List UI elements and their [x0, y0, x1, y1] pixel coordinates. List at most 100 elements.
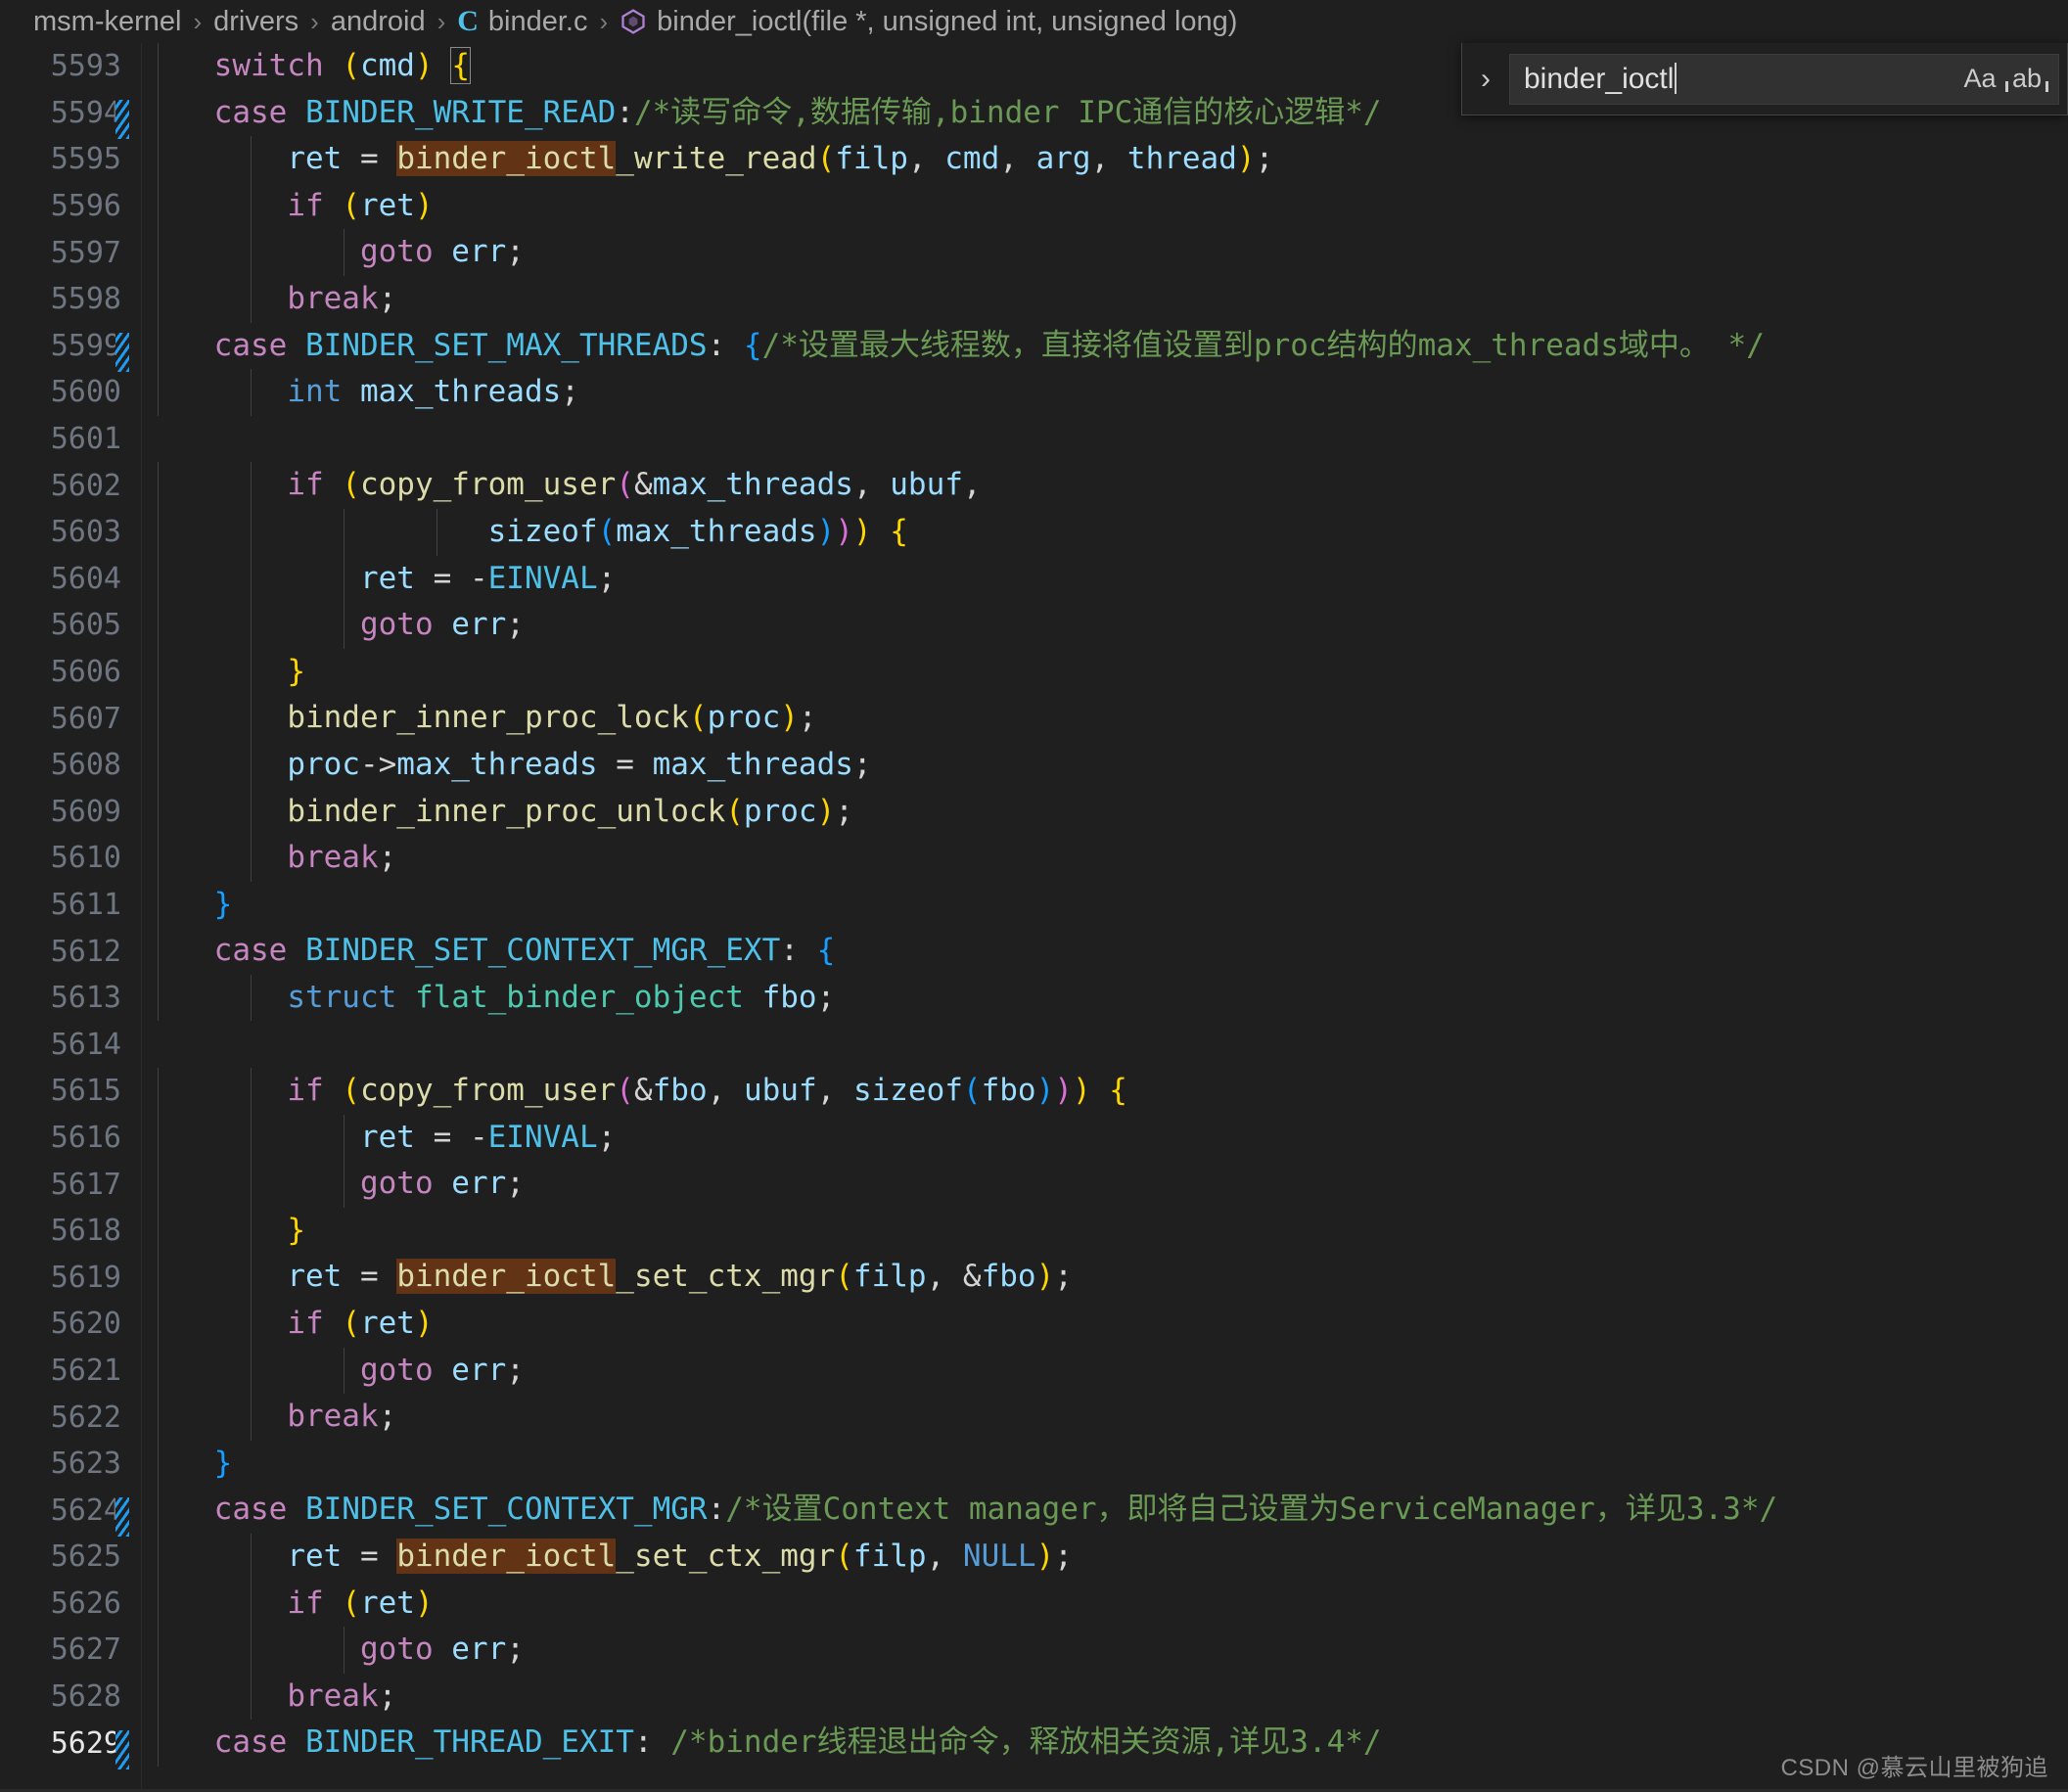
line-content[interactable]: proc->max_threads = max_threads; — [131, 741, 2068, 789]
code-line[interactable]: 5606 } — [0, 648, 2068, 696]
code-line[interactable]: 5610 break; — [0, 835, 2068, 882]
line-gutter[interactable]: 5597 — [0, 236, 131, 270]
line-gutter[interactable]: 5596 — [0, 189, 131, 223]
line-content[interactable]: case BINDER_SET_CONTEXT_MGR:/*设置Context … — [131, 1487, 2068, 1534]
code-line[interactable]: 5615 if (copy_from_user(&fbo, ubuf, size… — [0, 1068, 2068, 1115]
find-input[interactable]: binder_ioctl Aa ab — [1509, 53, 2059, 105]
line-gutter[interactable]: 5608 — [0, 748, 131, 782]
line-gutter[interactable]: 5612 — [0, 935, 131, 969]
line-content[interactable]: ret = binder_ioctl_set_ctx_mgr(filp, NUL… — [131, 1534, 2068, 1581]
code-line[interactable]: 5616 ret = -EINVAL; — [0, 1114, 2068, 1162]
code-line[interactable]: 5601 — [0, 416, 2068, 463]
line-content[interactable]: ret = binder_ioctl_write_read(filp, cmd,… — [131, 136, 2068, 183]
find-options[interactable]: Aa ab — [1958, 58, 2049, 101]
line-gutter[interactable]: 5606 — [0, 655, 131, 689]
code-line[interactable]: 5625 ret = binder_ioctl_set_ctx_mgr(filp… — [0, 1534, 2068, 1581]
whole-word-toggle[interactable]: ab — [2004, 58, 2049, 101]
code-line[interactable]: 5595 ret = binder_ioctl_write_read(filp,… — [0, 136, 2068, 183]
breadcrumb-item-binder-ioctl-symbol[interactable]: binder_ioctl(file *, unsigned int, unsig… — [657, 6, 1237, 38]
line-gutter[interactable]: 5607 — [0, 702, 131, 736]
line-gutter[interactable]: 5628 — [0, 1679, 131, 1714]
line-content[interactable]: ret = -EINVAL; — [131, 1114, 2068, 1162]
code-line[interactable]: 5605 goto err; — [0, 602, 2068, 649]
code-line[interactable]: 5622 break; — [0, 1394, 2068, 1441]
code-line[interactable]: 5609 binder_inner_proc_unlock(proc); — [0, 788, 2068, 836]
code-line[interactable]: 5623 } — [0, 1440, 2068, 1488]
line-content[interactable]: } — [131, 881, 2068, 929]
code-line[interactable]: 5620 if (ret) — [0, 1301, 2068, 1348]
line-content[interactable]: goto err; — [131, 1161, 2068, 1208]
code-line[interactable]: 5627 goto err; — [0, 1627, 2068, 1674]
line-gutter[interactable]: 5595 — [0, 142, 131, 176]
code-line[interactable]: 5614 — [0, 1021, 2068, 1068]
line-gutter[interactable]: 5601 — [0, 422, 131, 456]
code-line[interactable]: 5611 } — [0, 881, 2068, 929]
breadcrumb-item-drivers[interactable]: drivers — [213, 6, 299, 38]
line-content[interactable]: } — [131, 1207, 2068, 1255]
match-case-toggle[interactable]: Aa — [1958, 58, 2001, 101]
line-gutter[interactable]: 5616 — [0, 1121, 131, 1155]
code-line[interactable]: 5600 int max_threads; — [0, 369, 2068, 416]
line-content[interactable]: if (ret) — [131, 1301, 2068, 1348]
line-content[interactable]: break; — [131, 275, 2068, 323]
breadcrumb-item-android[interactable]: android — [331, 6, 426, 38]
line-gutter[interactable]: 5605 — [0, 608, 131, 642]
line-content[interactable]: sizeof(max_threads))) { — [131, 508, 2068, 556]
line-content[interactable]: if (copy_from_user(&max_threads, ubuf, — [131, 462, 2068, 509]
line-content[interactable]: case BINDER_THREAD_EXIT: /*binder线程退出命令，… — [131, 1720, 2068, 1767]
code-line[interactable]: 5618 } — [0, 1207, 2068, 1255]
line-content[interactable]: struct flat_binder_object fbo; — [131, 974, 2068, 1022]
line-content[interactable]: goto err; — [131, 1627, 2068, 1674]
line-gutter[interactable]: 5629 — [0, 1726, 131, 1769]
line-gutter[interactable]: 5623 — [0, 1447, 131, 1481]
line-content[interactable]: int max_threads; — [131, 369, 2068, 416]
line-content[interactable]: break; — [131, 1394, 2068, 1441]
chevron-right-icon[interactable]: › — [1462, 43, 1509, 115]
code-line[interactable]: 5612 case BINDER_SET_CONTEXT_MGR_EXT: { — [0, 928, 2068, 975]
code-line[interactable]: 5604 ret = -EINVAL; — [0, 555, 2068, 603]
line-content[interactable]: } — [131, 1440, 2068, 1488]
code-line[interactable]: 5603 sizeof(max_threads))) { — [0, 508, 2068, 556]
line-gutter[interactable]: 5600 — [0, 375, 131, 409]
line-content[interactable]: if (copy_from_user(&fbo, ubuf, sizeof(fb… — [131, 1068, 2068, 1115]
line-gutter[interactable]: 5617 — [0, 1168, 131, 1202]
code-line[interactable]: 5607 binder_inner_proc_lock(proc); — [0, 695, 2068, 742]
line-gutter[interactable]: 5593 — [0, 49, 131, 83]
line-content[interactable]: case BINDER_SET_CONTEXT_MGR_EXT: { — [131, 928, 2068, 975]
line-gutter[interactable]: 5624 — [0, 1493, 131, 1537]
line-content[interactable]: ret = -EINVAL; — [131, 555, 2068, 603]
code-line[interactable]: 5597 goto err; — [0, 229, 2068, 276]
line-gutter[interactable]: 5626 — [0, 1586, 131, 1621]
line-content[interactable]: binder_inner_proc_lock(proc); — [131, 695, 2068, 742]
line-content[interactable]: break; — [131, 1673, 2068, 1721]
code-line[interactable]: 5626 if (ret) — [0, 1580, 2068, 1628]
line-gutter[interactable]: 5622 — [0, 1401, 131, 1435]
code-line[interactable]: 5599 case BINDER_SET_MAX_THREADS: {/*设置最… — [0, 322, 2068, 372]
line-gutter[interactable]: 5598 — [0, 282, 131, 316]
breadcrumb-item-binder-c[interactable]: binder.c — [488, 6, 588, 38]
line-gutter[interactable]: 5618 — [0, 1214, 131, 1248]
line-gutter[interactable]: 5610 — [0, 841, 131, 875]
line-content[interactable]: if (ret) — [131, 182, 2068, 230]
code-line[interactable]: 5628 break; — [0, 1673, 2068, 1721]
code-line[interactable]: 5617 goto err; — [0, 1161, 2068, 1208]
line-content[interactable]: case BINDER_SET_MAX_THREADS: {/*设置最大线程数，… — [131, 322, 2068, 370]
line-gutter[interactable]: 5620 — [0, 1307, 131, 1341]
line-content[interactable]: goto err; — [131, 1347, 2068, 1395]
line-content[interactable]: if (ret) — [131, 1580, 2068, 1628]
code-line[interactable]: 5621 goto err; — [0, 1347, 2068, 1395]
code-line[interactable]: 5613 struct flat_binder_object fbo; — [0, 974, 2068, 1022]
line-gutter[interactable]: 5609 — [0, 795, 131, 829]
code-line[interactable]: 5596 if (ret) — [0, 182, 2068, 230]
line-content[interactable]: goto err; — [131, 602, 2068, 649]
line-gutter[interactable]: 5604 — [0, 562, 131, 596]
line-gutter[interactable]: 5613 — [0, 981, 131, 1015]
code-line-active[interactable]: 5629 case BINDER_THREAD_EXIT: /*binder线程… — [0, 1720, 2068, 1769]
code-editor[interactable]: 5593 switch (cmd) { 5594 case BINDER_WRI… — [0, 43, 2068, 1792]
line-gutter[interactable]: 5621 — [0, 1354, 131, 1388]
line-gutter[interactable]: 5602 — [0, 469, 131, 503]
line-gutter[interactable]: 5611 — [0, 888, 131, 922]
code-line[interactable]: 5608 proc->max_threads = max_threads; — [0, 741, 2068, 789]
line-content[interactable]: binder_inner_proc_unlock(proc); — [131, 788, 2068, 836]
find-widget[interactable]: › binder_ioctl Aa ab — [1461, 43, 2068, 115]
